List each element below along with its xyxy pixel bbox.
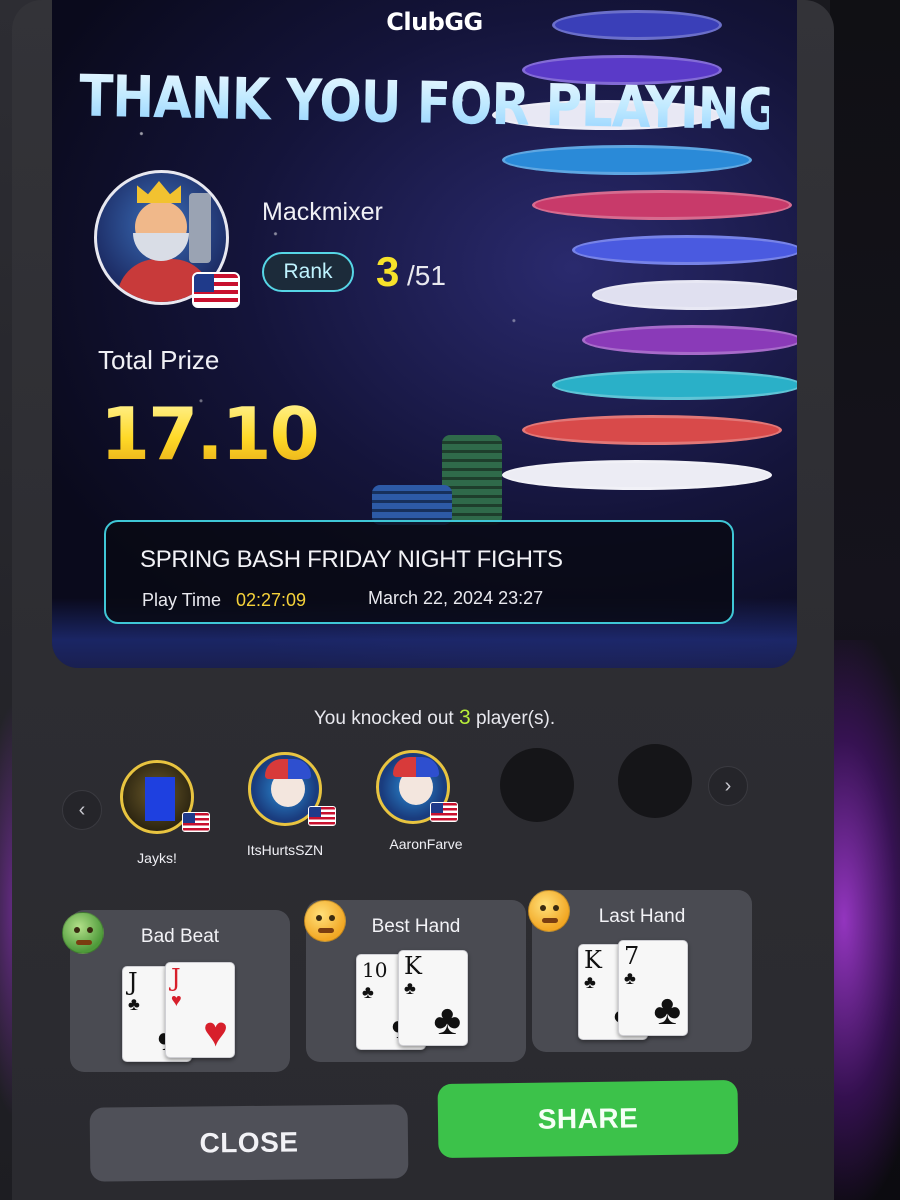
- card-suit-large: ♣: [433, 996, 461, 1043]
- knockout-player-name: ItsHurtsSZN: [246, 842, 324, 858]
- card-suit: ♣: [584, 972, 596, 992]
- tournament-card: SPRING BASH FRIDAY NIGHT FIGHTS Play Tim…: [104, 520, 734, 624]
- card-rank: 7: [624, 942, 640, 970]
- face-with-hand-emoji-icon: [528, 890, 570, 932]
- knockout-player-name: Jayks!: [137, 850, 177, 866]
- card-rank: K: [584, 946, 602, 974]
- play-time-label: Play Time: [142, 590, 222, 610]
- card-rank: J: [171, 964, 181, 992]
- tournament-date: March 22, 2024 23:27: [368, 588, 544, 608]
- chevron-right-icon[interactable]: ›: [708, 766, 748, 806]
- chevron-left-icon[interactable]: ‹: [62, 790, 102, 830]
- card-suit-large: ♣: [653, 986, 681, 1033]
- card-rank: 10: [362, 958, 388, 982]
- share-button[interactable]: SHARE: [437, 1079, 739, 1159]
- results-dialog: ClubGG THANK YOU FOR PLAYING! Mackmixer …: [12, 0, 834, 1200]
- headline: THANK YOU FOR PLAYING!: [79, 50, 801, 156]
- knockout-suffix: player(s).: [475, 708, 556, 729]
- tournament-name: SPRING BASH FRIDAY NIGHT FIGHTS: [140, 546, 563, 573]
- us-flag-icon: [430, 802, 458, 822]
- us-flag-icon: [182, 812, 210, 832]
- rank-value: 3: [376, 248, 400, 295]
- sick-face-emoji-icon: [62, 912, 104, 954]
- card-suit: ♣: [362, 982, 374, 1002]
- total-prize-value: 17.10: [100, 392, 320, 476]
- knockout-summary: You knocked out 3 player(s).: [12, 706, 857, 730]
- card-suit: ♣: [404, 978, 416, 998]
- knockout-prefix: You knocked out: [313, 708, 454, 729]
- card-rank: K: [404, 952, 422, 980]
- card-suit: ♥: [171, 990, 182, 1010]
- empty-knockout-slot: [618, 744, 692, 818]
- brand-logo: ClubGG: [386, 8, 483, 36]
- player-name: Mackmixer: [262, 198, 383, 226]
- close-button[interactable]: CLOSE: [89, 1104, 409, 1182]
- card-suit: ♣: [624, 968, 636, 988]
- card-suit: ♣: [128, 994, 140, 1014]
- empty-knockout-slot: [500, 748, 574, 822]
- thinking-face-emoji-icon: [304, 900, 346, 942]
- us-flag-icon: [192, 272, 240, 308]
- total-prize-label: Total Prize: [98, 345, 220, 375]
- play-time-value: 02:27:09: [236, 590, 307, 610]
- rank-badge: Rank: [262, 252, 354, 292]
- playing-card: 7 ♣ ♣: [618, 940, 688, 1036]
- playing-card: J ♥ ♥: [165, 962, 235, 1058]
- card-rank: J: [128, 968, 138, 996]
- knockout-player-name: AaronFarve: [389, 836, 463, 852]
- card-suit-large: ♥: [203, 1008, 228, 1055]
- playing-card: K ♣ ♣: [398, 950, 468, 1046]
- us-flag-icon: [308, 806, 336, 826]
- knockout-count: 3: [458, 706, 471, 729]
- rank-total: 51: [407, 260, 446, 292]
